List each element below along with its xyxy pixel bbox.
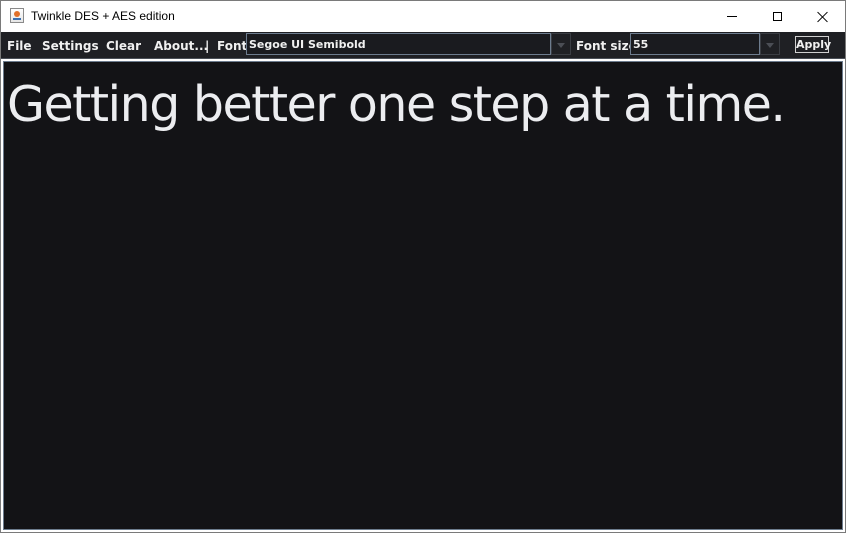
java-cup-icon (10, 8, 24, 23)
menu-settings[interactable]: Settings (42, 39, 99, 53)
menu-file[interactable]: File (7, 39, 32, 53)
minimize-button[interactable] (709, 1, 755, 32)
editor-text: Getting better one step at a time. (7, 76, 786, 133)
font-size-value: 55 (633, 38, 649, 51)
window-title: Twinkle DES + AES edition (31, 9, 175, 23)
title-bar[interactable]: Twinkle DES + AES edition (1, 1, 845, 32)
text-editor-area[interactable]: Getting better one step at a time. (3, 61, 843, 530)
menu-about[interactable]: About... (154, 39, 208, 53)
maximize-icon (772, 12, 782, 21)
font-size-label: Font size (576, 39, 637, 53)
minimize-icon (727, 16, 737, 17)
font-label: Font (217, 39, 248, 53)
font-family-dropdown-button[interactable] (551, 33, 571, 55)
font-size-dropdown-button[interactable] (760, 33, 780, 55)
close-icon (817, 11, 829, 23)
menu-clear[interactable]: Clear (106, 39, 141, 53)
font-family-select[interactable]: Segoe UI Semibold (246, 33, 551, 55)
menu-bar: File Settings Clear About... | Font Sego… (1, 32, 845, 59)
font-family-value: Segoe UI Semibold (249, 38, 366, 51)
menu-separator: | (205, 39, 210, 53)
apply-button[interactable]: Apply (795, 36, 831, 53)
font-size-select[interactable]: 55 (630, 33, 760, 55)
app-window: Twinkle DES + AES edition File Settings … (0, 0, 846, 533)
close-button[interactable] (800, 1, 846, 32)
maximize-button[interactable] (754, 1, 800, 32)
